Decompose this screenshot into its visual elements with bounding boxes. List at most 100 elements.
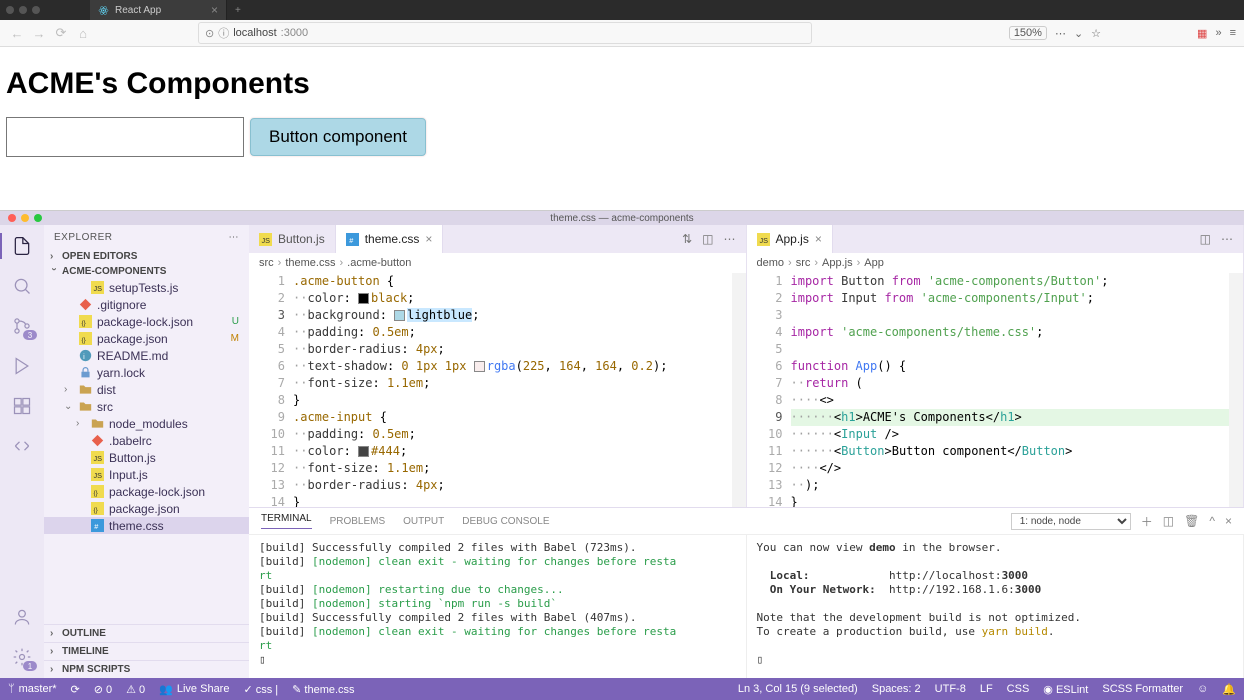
- split-icon[interactable]: ◫: [1200, 232, 1211, 246]
- open-editors-section[interactable]: OPEN EDITORS: [44, 249, 249, 264]
- panel-tab-output[interactable]: OUTPUT: [403, 516, 444, 527]
- panel-tab-terminal[interactable]: TERMINAL: [261, 513, 312, 529]
- cursor-position[interactable]: Ln 3, Col 15 (9 selected): [738, 683, 858, 695]
- svg-text:JS: JS: [93, 284, 102, 293]
- split-icon[interactable]: ◫: [702, 232, 713, 246]
- settings-icon[interactable]: 1: [11, 646, 33, 668]
- bell-icon[interactable]: 🔔: [1222, 683, 1236, 696]
- terminal-left[interactable]: [build] Successfully compiled 2 files wi…: [249, 535, 747, 678]
- url-port: :3000: [281, 27, 309, 39]
- compare-icon[interactable]: ⇅: [682, 232, 692, 246]
- status-file[interactable]: ✎ theme.css: [292, 683, 354, 696]
- liveshare-indicator[interactable]: 👥 Live Share: [159, 683, 229, 696]
- lint-indicator[interactable]: ✓ css |: [243, 683, 278, 696]
- new-terminal-icon[interactable]: ＋: [1141, 513, 1153, 530]
- npm-section[interactable]: NPM SCRIPTS: [44, 660, 249, 678]
- file-item-package-json[interactable]: {}package.jsonM: [44, 330, 249, 347]
- close-icon[interactable]: ×: [815, 232, 822, 246]
- project-section[interactable]: ACME-COMPONENTS: [44, 264, 249, 279]
- explorer-icon[interactable]: [11, 235, 33, 257]
- file-item-package-json[interactable]: {}package.json: [44, 500, 249, 517]
- file-item--gitignore[interactable]: .gitignore: [44, 296, 249, 313]
- trash-icon[interactable]: 🗑: [1184, 514, 1199, 528]
- overflow-icon[interactable]: »: [1215, 27, 1221, 39]
- arrow-down-icon[interactable]: ⌄: [1074, 27, 1083, 40]
- file-item-theme-css[interactable]: #theme.css: [44, 517, 249, 534]
- file-item-Button-js[interactable]: JSButton.js: [44, 449, 249, 466]
- close-icon[interactable]: ×: [1225, 514, 1232, 528]
- back-button[interactable]: ←: [8, 26, 26, 41]
- url-host: localhost: [233, 27, 276, 39]
- acme-button[interactable]: Button component: [250, 118, 426, 156]
- minimap[interactable]: [1229, 273, 1243, 507]
- split-terminal-icon[interactable]: ◫: [1163, 514, 1174, 528]
- home-button[interactable]: ⌂: [74, 26, 92, 41]
- breadcrumbs-left[interactable]: src›theme.css›.acme-button: [249, 253, 746, 273]
- minimap[interactable]: [732, 273, 746, 507]
- editor-tab-App-js[interactable]: JSApp.js×: [747, 225, 833, 253]
- scm-icon[interactable]: 3: [11, 315, 33, 337]
- info-icon: ⓘ: [218, 25, 229, 41]
- reload-button[interactable]: ⟳: [52, 25, 70, 41]
- file-item--babelrc[interactable]: .babelrc: [44, 432, 249, 449]
- file-item-README-md[interactable]: iREADME.md: [44, 347, 249, 364]
- indent-indicator[interactable]: Spaces: 2: [872, 683, 921, 695]
- more-icon[interactable]: ⋯: [724, 232, 736, 246]
- outline-section[interactable]: OUTLINE: [44, 624, 249, 642]
- close-icon[interactable]: ×: [425, 232, 432, 246]
- terminal-right[interactable]: You can now view demo in the browser. Lo…: [747, 535, 1244, 678]
- feedback-icon[interactable]: ☺: [1197, 683, 1208, 695]
- tab-title: React App: [115, 5, 161, 16]
- branch-indicator[interactable]: ᛘ master*: [8, 683, 57, 695]
- more-icon[interactable]: ⋯: [1221, 232, 1233, 246]
- code-editor-right[interactable]: 1234567891011121314 import Button from '…: [747, 273, 1244, 507]
- file-item-node_modules[interactable]: ›node_modules: [44, 415, 249, 432]
- scss-indicator[interactable]: SCSS Formatter: [1102, 683, 1183, 695]
- sync-icon[interactable]: ⟳: [71, 683, 80, 696]
- chevron-up-icon[interactable]: ^: [1209, 514, 1215, 528]
- editor-tab-theme-css[interactable]: #theme.css×: [336, 225, 444, 253]
- timeline-section[interactable]: TIMELINE: [44, 642, 249, 660]
- errors-indicator[interactable]: ⊘ 0: [94, 683, 112, 696]
- breadcrumbs-right[interactable]: demo›src›App.js›App: [747, 253, 1244, 273]
- file-item-package-lock-json[interactable]: {}package-lock.json: [44, 483, 249, 500]
- eslint-indicator[interactable]: ◉ ESLint: [1043, 683, 1088, 696]
- extension-icon[interactable]: ▦: [1197, 27, 1207, 40]
- debug-icon[interactable]: [11, 355, 33, 377]
- vscode-titlebar: theme.css — acme-components: [0, 211, 1244, 225]
- more-icon[interactable]: ⋯: [229, 232, 240, 243]
- address-bar[interactable]: ⊙ ⓘ localhost:3000: [198, 22, 812, 44]
- file-item-Input-js[interactable]: JSInput.js: [44, 466, 249, 483]
- browser-tab[interactable]: React App ×: [90, 0, 227, 20]
- react-icon: [98, 5, 109, 16]
- language-indicator[interactable]: CSS: [1007, 683, 1030, 695]
- remote-icon[interactable]: [11, 435, 33, 457]
- code-editor-left[interactable]: 1234567891011121314 .acme-button {··colo…: [249, 273, 746, 507]
- encoding-indicator[interactable]: UTF-8: [935, 683, 966, 695]
- file-item-src[interactable]: ⌄src: [44, 398, 249, 415]
- eol-indicator[interactable]: LF: [980, 683, 993, 695]
- settings-badge: 1: [23, 661, 37, 671]
- forward-button[interactable]: →: [30, 26, 48, 41]
- file-item-setupTests-js[interactable]: JSsetupTests.js: [44, 279, 249, 296]
- explorer-label: EXPLORER: [54, 232, 112, 243]
- new-tab-button[interactable]: +: [227, 5, 249, 16]
- file-item-package-lock-json[interactable]: {}package-lock.jsonU: [44, 313, 249, 330]
- bookmark-icon[interactable]: ☆: [1091, 27, 1101, 40]
- search-icon[interactable]: [11, 275, 33, 297]
- file-item-yarn-lock[interactable]: yarn.lock: [44, 364, 249, 381]
- editor-tab-Button-js[interactable]: JSButton.js: [249, 225, 336, 253]
- acme-input[interactable]: [6, 117, 244, 157]
- menu-icon[interactable]: ≡: [1230, 27, 1236, 39]
- vscode-window: theme.css — acme-components 3 1 EXPLORER…: [0, 210, 1244, 700]
- panel-tab-debug[interactable]: DEBUG CONSOLE: [462, 516, 549, 527]
- panel-tab-problems[interactable]: PROBLEMS: [330, 516, 386, 527]
- extensions-icon[interactable]: [11, 395, 33, 417]
- close-icon[interactable]: ×: [211, 3, 218, 17]
- account-icon[interactable]: [11, 606, 33, 628]
- meatball-icon[interactable]: ⋯: [1055, 27, 1066, 40]
- terminal-selector[interactable]: 1: node, node: [1011, 513, 1131, 530]
- warnings-indicator[interactable]: ⚠ 0: [126, 683, 145, 696]
- zoom-indicator[interactable]: 150%: [1009, 26, 1047, 40]
- file-item-dist[interactable]: ›dist: [44, 381, 249, 398]
